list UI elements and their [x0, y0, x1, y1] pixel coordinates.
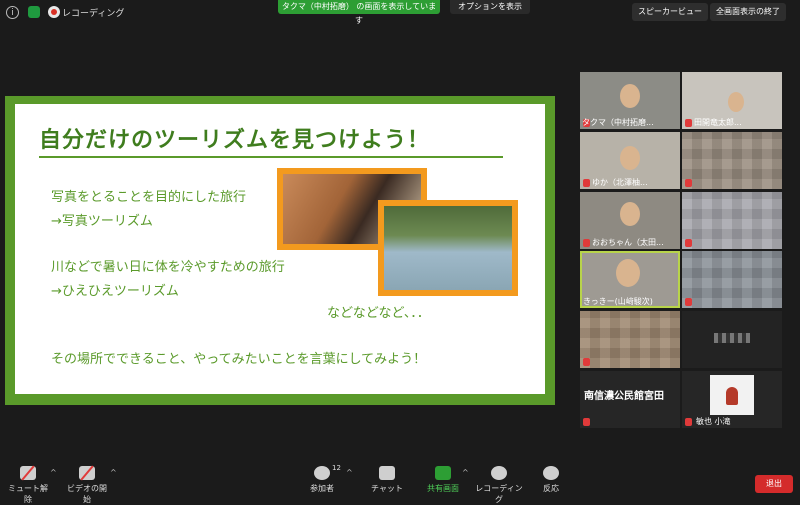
participant-name: タクマ（中村拓磨... [582, 118, 654, 127]
record-icon [491, 466, 507, 480]
slide-title: 自分だけのツーリズムを見つけよう！ [39, 128, 431, 153]
audio-caret-icon[interactable]: ^ [50, 468, 57, 477]
participants-count: 12 [332, 464, 341, 472]
emoji-icon [543, 466, 559, 480]
record-button[interactable]: レコーディング [474, 466, 524, 505]
participant-name: きっきー(山﨑駿次) [583, 297, 653, 306]
mic-off-icon [583, 239, 590, 247]
microphone-muted-icon [20, 466, 36, 480]
video-tile[interactable]: おおちゃん（太田... [580, 192, 680, 249]
recording-label: レコーディング [62, 9, 125, 19]
mic-off-icon [685, 239, 692, 247]
chat-icon [379, 466, 395, 480]
share-banner: タクマ（中村拓磨） の画面を表示しています [278, 0, 440, 25]
shield-icon[interactable] [28, 6, 40, 18]
title-divider [39, 156, 503, 158]
info-icon[interactable]: i [6, 6, 19, 19]
mic-off-icon [685, 119, 692, 127]
view-options-button[interactable]: オプションを表示 [450, 0, 530, 14]
video-tile[interactable] [682, 132, 782, 189]
participant-name: 南信濃公民館宮田 [584, 391, 664, 402]
share-screen-button[interactable]: 共有画面 [424, 466, 462, 494]
mic-off-icon [583, 358, 590, 366]
video-tile[interactable]: ゆか（北澤柚... [580, 132, 680, 189]
chat-button[interactable]: チャット [370, 466, 404, 494]
speaker-view-button[interactable]: スピーカービュー [632, 3, 708, 21]
video-tile[interactable] [682, 251, 782, 308]
slide-line: その場所でできること、やってみたいことを言葉にしてみよう！ [51, 352, 427, 367]
video-tile[interactable]: 南信濃公民館宮田 [580, 371, 680, 428]
mic-off-icon [685, 179, 692, 187]
slide-line: 川などで暑い日に体を冷やすための旅行 [51, 260, 285, 275]
meeting-toolbar: ミュート解除 ^ ビデオの開始 ^ 参加者 12 ^ チャット 共有画面 ^ レ… [0, 462, 800, 504]
slide-line: などなどなど、．． [327, 306, 430, 321]
slide-line: →ひえひえツーリズム [51, 284, 179, 299]
mic-off-icon [583, 418, 590, 426]
top-bar: i レコーディング タクマ（中村拓磨） の画面を表示しています オプションを表示… [0, 0, 800, 25]
leave-meeting-button[interactable]: 退出 [755, 475, 793, 493]
mic-off-icon [685, 418, 692, 426]
video-tile[interactable] [682, 192, 782, 249]
participant-name: 田開竜太郎... [694, 118, 742, 127]
video-tile[interactable]: 田開竜太郎... [682, 72, 782, 129]
participant-name: 敏也 小滝 [696, 417, 731, 426]
participant-name: おおちゃん（太田... [592, 238, 664, 247]
exit-fullscreen-button[interactable]: 全画面表示の終了 [710, 3, 786, 21]
video-tile[interactable] [580, 311, 680, 368]
participant-name: ゆか（北澤柚... [592, 178, 648, 187]
video-tile-active-speaker[interactable]: きっきー(山﨑駿次) [580, 251, 680, 308]
share-screen-icon [435, 466, 451, 480]
photo-river-image [378, 200, 518, 296]
video-tile[interactable] [682, 311, 782, 368]
slide-line: →写真ツーリズム [51, 214, 153, 229]
start-video-button[interactable]: ビデオの開始 [64, 466, 110, 505]
reactions-button[interactable]: 反応 [536, 466, 566, 494]
slide-line: 写真をとることを目的にした旅行 [51, 190, 247, 205]
share-caret-icon[interactable]: ^ [462, 468, 469, 477]
mic-off-icon [583, 179, 590, 187]
mic-off-icon [685, 298, 692, 306]
participants-caret-icon[interactable]: ^ [346, 468, 353, 477]
recording-icon [48, 6, 60, 18]
profile-picture [710, 375, 754, 415]
unmute-button[interactable]: ミュート解除 [6, 466, 50, 505]
video-tile[interactable]: タクマ（中村拓磨... [580, 72, 680, 129]
video-tile[interactable]: 敏也 小滝 [682, 371, 782, 428]
slide-content: 自分だけのツーリズムを見つけよう！ 写真をとることを目的にした旅行 →写真ツーリ… [15, 104, 545, 394]
video-caret-icon[interactable]: ^ [110, 468, 117, 477]
participants-icon [314, 466, 330, 480]
camera-off-icon [79, 466, 95, 480]
